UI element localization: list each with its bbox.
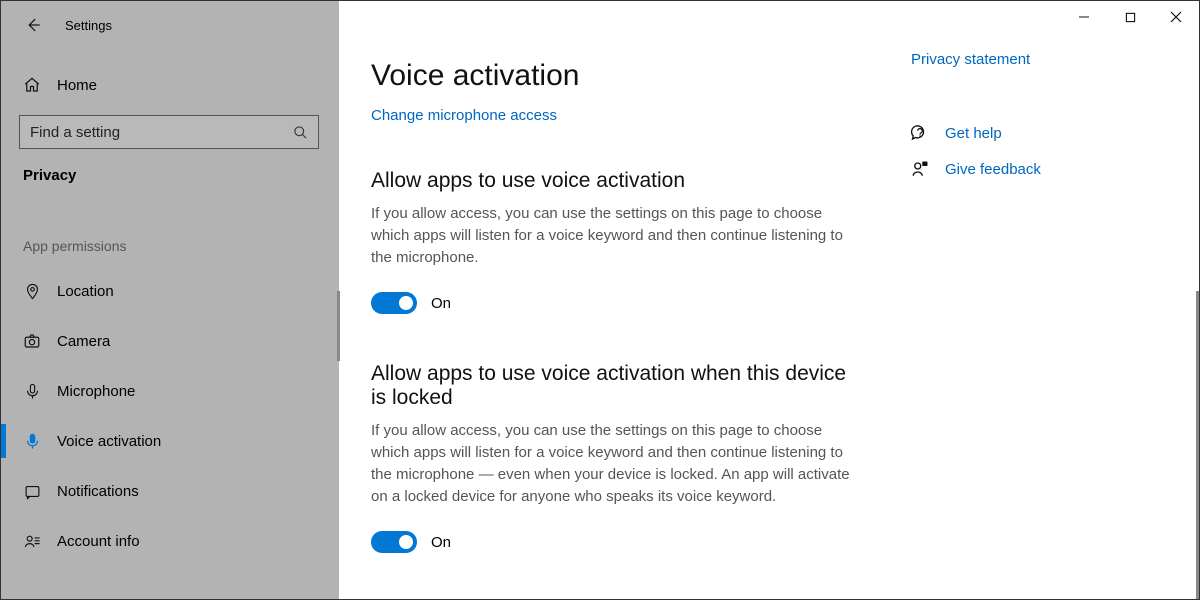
- sidebar-item-label: Account info: [57, 533, 140, 550]
- sidebar-item-account-info[interactable]: Account info: [1, 516, 339, 566]
- home-icon: [23, 76, 41, 94]
- sidebar-item-microphone[interactable]: Microphone: [1, 366, 339, 416]
- section-header: App permissions: [1, 190, 339, 266]
- sidebar-item-label: Notifications: [57, 483, 139, 500]
- minimize-button[interactable]: [1061, 1, 1107, 33]
- account-info-icon: [23, 533, 41, 550]
- microphone-icon: [23, 383, 41, 400]
- back-button[interactable]: [13, 16, 53, 34]
- sidebar-item-notifications[interactable]: Notifications: [1, 466, 339, 516]
- voice-activation-icon: [23, 433, 41, 450]
- location-icon: [23, 283, 41, 300]
- sidebar-item-voice-activation[interactable]: Voice activation: [1, 416, 339, 466]
- category-label: Privacy: [1, 149, 339, 190]
- privacy-statement-link[interactable]: Privacy statement: [911, 51, 1141, 68]
- toggle-label: On: [431, 295, 451, 312]
- sidebar-item-label: Voice activation: [57, 433, 161, 450]
- sidebar: Settings Home Privacy App permissions: [1, 1, 339, 599]
- change-mic-access-link[interactable]: Change microphone access: [371, 107, 557, 124]
- scrollbar[interactable]: [1196, 291, 1199, 599]
- search-box[interactable]: [19, 115, 319, 149]
- section2-title: Allow apps to use voice activation when …: [371, 362, 851, 410]
- give-feedback-link[interactable]: Give feedback: [945, 161, 1041, 178]
- maximize-button[interactable]: [1107, 1, 1153, 33]
- search-input[interactable]: [30, 124, 290, 141]
- section1-title: Allow apps to use voice activation: [371, 169, 851, 193]
- voice-activation-toggle[interactable]: [371, 292, 417, 314]
- get-help-link[interactable]: Get help: [945, 125, 1002, 142]
- sidebar-item-label: Camera: [57, 333, 110, 350]
- section1-desc: If you allow access, you can use the set…: [371, 203, 851, 268]
- section2-desc: If you allow access, you can use the set…: [371, 420, 851, 507]
- sidebar-item-label: Location: [57, 283, 114, 300]
- notifications-icon: [23, 483, 41, 500]
- camera-icon: [23, 332, 41, 350]
- sidebar-scrollbar[interactable]: [337, 291, 340, 361]
- get-help-icon: [911, 124, 929, 142]
- voice-activation-locked-toggle[interactable]: [371, 531, 417, 553]
- home-label: Home: [57, 77, 97, 94]
- toggle-label: On: [431, 534, 451, 551]
- feedback-icon: [911, 160, 929, 178]
- sidebar-item-location[interactable]: Location: [1, 266, 339, 316]
- close-button[interactable]: [1153, 1, 1199, 33]
- window-title: Settings: [65, 18, 112, 33]
- sidebar-item-camera[interactable]: Camera: [1, 316, 339, 366]
- home-nav[interactable]: Home: [1, 63, 339, 107]
- sidebar-item-label: Microphone: [57, 383, 135, 400]
- search-icon: [293, 125, 308, 140]
- main-content: Voice activation Change microphone acces…: [339, 1, 1199, 599]
